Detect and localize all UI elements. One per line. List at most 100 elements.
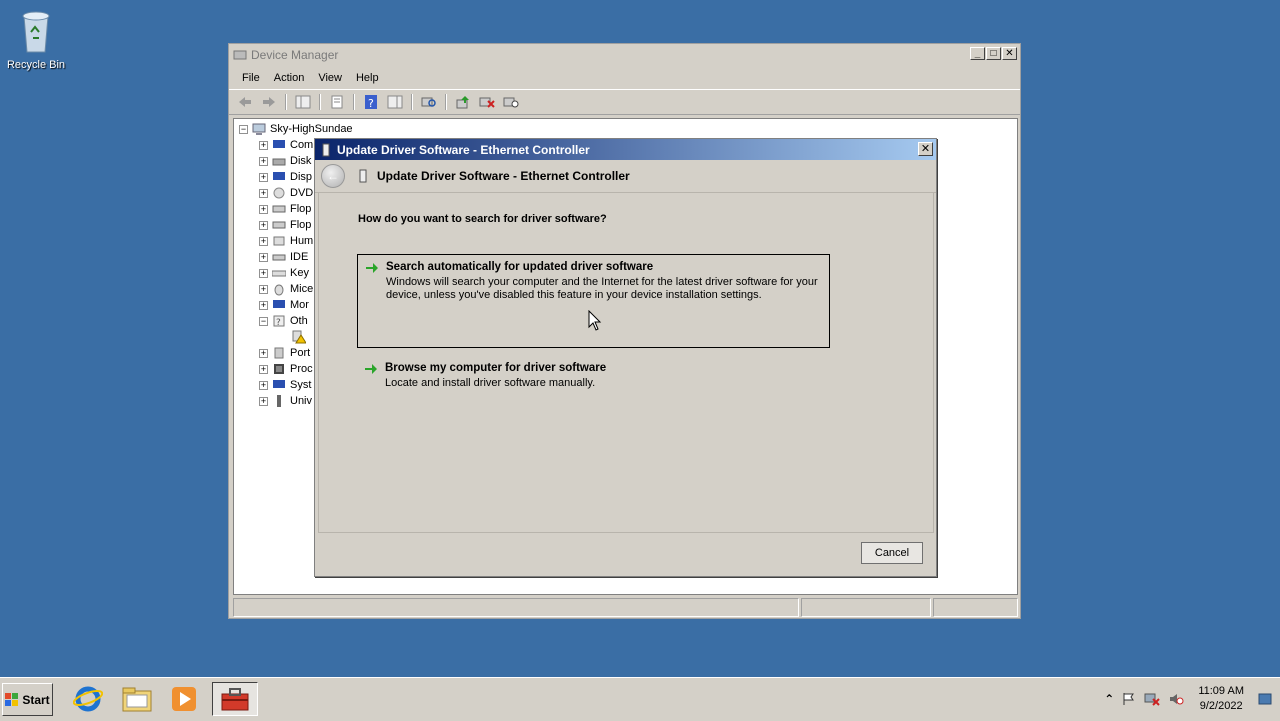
back-button[interactable] bbox=[235, 93, 255, 111]
tree-item-label: Disp bbox=[290, 171, 313, 183]
mouse-cursor-icon bbox=[588, 310, 602, 331]
tree-item[interactable]: + Disp bbox=[259, 169, 312, 185]
media-player-taskbar-button[interactable] bbox=[164, 682, 204, 716]
internet-explorer-taskbar-button[interactable] bbox=[68, 682, 108, 716]
expand-icon[interactable]: + bbox=[259, 348, 268, 358]
wizard-back-button[interactable]: ← bbox=[321, 164, 345, 188]
expand-icon[interactable]: + bbox=[259, 364, 268, 374]
expand-icon[interactable]: + bbox=[259, 396, 268, 406]
show-desktop-icon[interactable] bbox=[1258, 692, 1272, 706]
search-automatically-option[interactable]: Search automatically for updated driver … bbox=[357, 254, 830, 348]
start-button[interactable]: Start bbox=[2, 683, 53, 716]
expand-icon[interactable]: + bbox=[259, 140, 268, 150]
menu-bar: File Action View Help bbox=[229, 67, 1020, 89]
tree-item-label: Oth bbox=[290, 315, 308, 327]
tree-item[interactable]: + Mice bbox=[259, 281, 313, 297]
status-pane bbox=[233, 598, 799, 617]
expand-icon[interactable]: + bbox=[259, 268, 268, 278]
dvd-drive-icon bbox=[273, 187, 285, 199]
clock-time: 11:09 AM bbox=[1198, 685, 1244, 697]
update-driver-dialog: Update Driver Software - Ethernet Contro… bbox=[314, 138, 937, 577]
collapse-icon[interactable]: − bbox=[259, 316, 268, 326]
tree-item[interactable]: + Proc bbox=[259, 361, 313, 377]
back-arrow-icon: ← bbox=[327, 169, 339, 183]
taskbar: Start ⌃ 11:09 AM 9/2/2022 bbox=[0, 677, 1280, 721]
dialog-titlebar[interactable]: Update Driver Software - Ethernet Contro… bbox=[315, 139, 936, 160]
tree-item[interactable]: + Flop bbox=[259, 217, 311, 233]
recycle-bin-label: Recycle Bin bbox=[6, 59, 66, 71]
browse-computer-option[interactable]: Browse my computer for driver software L… bbox=[357, 356, 830, 390]
keyboard-icon bbox=[272, 270, 286, 277]
expand-icon[interactable]: + bbox=[259, 156, 268, 166]
svg-text:?: ? bbox=[276, 318, 281, 328]
tree-item[interactable]: −? Oth bbox=[259, 313, 308, 329]
update-driver-icon bbox=[456, 96, 469, 109]
close-button[interactable]: ✕ bbox=[1002, 47, 1017, 60]
tree-item[interactable]: + Com bbox=[259, 137, 313, 153]
tree-item-label: Mor bbox=[290, 299, 309, 311]
system-tray: ⌃ 11:09 AM 9/2/2022 bbox=[1104, 682, 1280, 716]
recycle-bin-desktop-icon[interactable]: Recycle Bin bbox=[4, 6, 68, 71]
properties-button[interactable] bbox=[327, 93, 347, 111]
show-hide-console-tree-button[interactable] bbox=[293, 93, 313, 111]
device-manager-icon bbox=[233, 50, 247, 60]
tree-item[interactable]: + Key bbox=[259, 265, 309, 281]
hid-icon bbox=[273, 236, 285, 246]
menu-help[interactable]: Help bbox=[349, 72, 386, 84]
minimize-button[interactable]: _ bbox=[970, 47, 985, 60]
update-driver-button[interactable] bbox=[453, 93, 473, 111]
volume-muted-icon[interactable] bbox=[1168, 692, 1184, 706]
computer-icon bbox=[252, 123, 266, 135]
tree-item[interactable]: + Hum bbox=[259, 233, 313, 249]
tree-item-label: Flop bbox=[290, 203, 312, 215]
action-pane-button[interactable] bbox=[385, 93, 405, 111]
status-pane bbox=[801, 598, 931, 617]
help-button[interactable]: ? bbox=[361, 93, 381, 111]
dialog-header-title: Update Driver Software - Ethernet Contro… bbox=[377, 169, 630, 183]
forward-button[interactable] bbox=[259, 93, 279, 111]
scan-hardware-button[interactable] bbox=[419, 93, 439, 111]
disable-button[interactable] bbox=[501, 93, 521, 111]
menu-action[interactable]: Action bbox=[267, 72, 312, 84]
uninstall-button[interactable] bbox=[477, 93, 497, 111]
tree-item[interactable]: + DVD bbox=[259, 185, 313, 201]
tree-item[interactable]: + Univ bbox=[259, 393, 312, 409]
expand-icon[interactable]: + bbox=[259, 172, 268, 182]
expand-icon[interactable]: + bbox=[259, 380, 268, 390]
tree-item-ethernet-controller[interactable] bbox=[292, 329, 310, 345]
collapse-icon[interactable]: − bbox=[239, 124, 248, 134]
maximize-button[interactable]: □ bbox=[986, 47, 1001, 60]
mouse-icon bbox=[274, 284, 284, 296]
tree-root[interactable]: − Sky-HighSundae bbox=[239, 121, 353, 137]
status-bar bbox=[233, 598, 1018, 617]
tree-item[interactable]: + Port bbox=[259, 345, 310, 361]
action-pane-icon bbox=[387, 95, 403, 109]
warning-device-icon bbox=[292, 330, 306, 344]
expand-icon[interactable]: + bbox=[259, 236, 268, 246]
clock[interactable]: 11:09 AM 9/2/2022 bbox=[1198, 684, 1244, 714]
action-center-flag-icon[interactable] bbox=[1122, 692, 1136, 706]
expand-icon[interactable]: + bbox=[259, 300, 268, 310]
menu-view[interactable]: View bbox=[311, 72, 349, 84]
tree-item[interactable]: + Flop bbox=[259, 201, 311, 217]
show-hidden-icons-icon[interactable]: ⌃ bbox=[1104, 692, 1114, 706]
device-manager-taskbar-button[interactable] bbox=[212, 682, 258, 716]
green-arrow-icon bbox=[365, 364, 377, 374]
expand-icon[interactable]: + bbox=[259, 204, 268, 214]
expand-icon[interactable]: + bbox=[259, 284, 268, 294]
dialog-close-button[interactable]: ✕ bbox=[918, 142, 933, 156]
cancel-button[interactable]: Cancel bbox=[861, 542, 923, 564]
tree-item[interactable]: + Syst bbox=[259, 377, 311, 393]
device-manager-titlebar[interactable]: Device Manager _ □ ✕ bbox=[229, 44, 1020, 66]
menu-file[interactable]: File bbox=[235, 72, 267, 84]
explorer-taskbar-button[interactable] bbox=[117, 682, 157, 716]
expand-icon[interactable]: + bbox=[259, 252, 268, 262]
expand-icon[interactable]: + bbox=[259, 188, 268, 198]
tree-item[interactable]: + Mor bbox=[259, 297, 309, 313]
tree-item-label: DVD bbox=[290, 187, 314, 199]
monitor-icon bbox=[273, 300, 285, 308]
network-disconnected-icon[interactable] bbox=[1144, 692, 1161, 706]
tree-item[interactable]: + IDE bbox=[259, 249, 308, 265]
expand-icon[interactable]: + bbox=[259, 220, 268, 230]
tree-item[interactable]: + Disk bbox=[259, 153, 311, 169]
